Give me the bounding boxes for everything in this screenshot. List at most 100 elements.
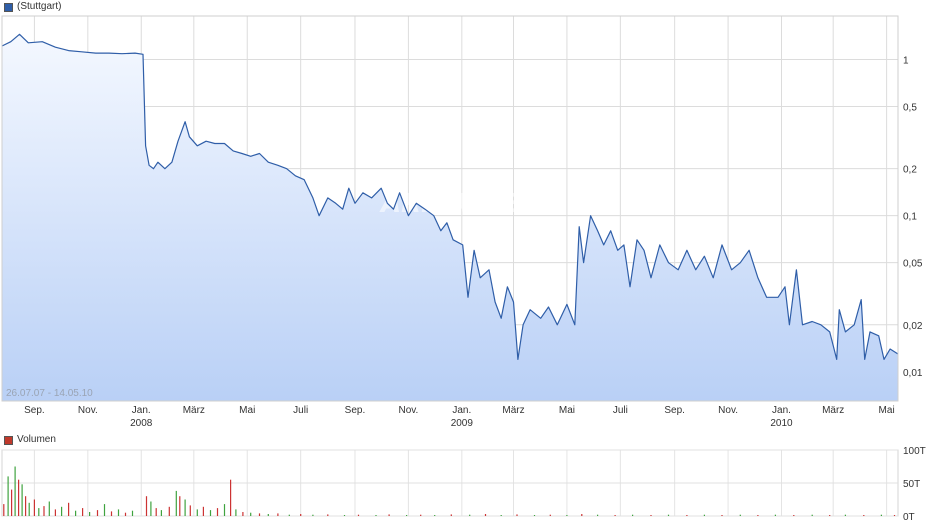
x-tick-label: Mai (559, 405, 575, 416)
price-volume-chart: Sep. Nov. Jan. 2008 März Mai Juli Sep. Nov. Jan. 2… (1, 15, 926, 523)
x-tick-label: Jan. (772, 405, 791, 416)
volume-bar (829, 515, 831, 516)
volume-bar (880, 514, 882, 516)
volume-bar (893, 515, 896, 516)
volume-y-tick-label: 100T (903, 446, 926, 457)
volume-bar (863, 515, 865, 516)
x-tick-label: März (502, 405, 524, 416)
x-tick-label: Sep. (24, 405, 45, 416)
x-tick-label: Mai (879, 405, 895, 416)
volume-bar (189, 505, 191, 516)
volume-bar (11, 489, 13, 516)
volume-bar (89, 512, 91, 516)
volume-bar (175, 490, 177, 516)
volume-bar (739, 514, 741, 516)
volume-bar (168, 506, 170, 516)
volume-bar (566, 515, 568, 516)
volume-bar (28, 502, 30, 516)
y-tick-label: 1 (903, 56, 909, 67)
volume-bar (300, 514, 302, 516)
x-tick-label: Mai (239, 405, 255, 416)
y-tick-label: 0,1 (903, 212, 917, 223)
volume-bar (61, 506, 63, 516)
volume-bar (3, 504, 5, 516)
x-tick-label: Sep. (664, 405, 685, 416)
volume-bar (117, 509, 120, 516)
volume-bar (500, 515, 502, 516)
volume-bar (14, 466, 16, 516)
y-tick-label: 0,5 (903, 103, 917, 114)
volume-bar (25, 496, 27, 516)
x-tick-label: Nov. (718, 405, 738, 416)
volume-bar (82, 508, 84, 516)
volume-bar (48, 501, 50, 516)
volume-bar (216, 508, 219, 516)
volume-bar (196, 509, 198, 516)
volume-bar (721, 515, 723, 516)
volume-bar (18, 479, 20, 516)
volume-bar (96, 510, 99, 516)
volume-bar (774, 514, 776, 516)
volume-bar (242, 512, 244, 516)
volume-bar (703, 514, 705, 516)
volume-bar (388, 514, 390, 516)
volume-bar (277, 513, 279, 516)
x-tick-label: März (822, 405, 844, 416)
volume-bar (184, 499, 186, 516)
volume-bar (375, 515, 377, 516)
volume-bar (484, 514, 487, 516)
volume-bar (844, 514, 846, 516)
volume-bar (160, 510, 162, 516)
volume-bar (258, 513, 261, 516)
volume-bar (686, 515, 688, 516)
volume-bar (793, 515, 795, 516)
volume-y-tick-label: 0T (903, 512, 915, 523)
volume-bar (150, 501, 152, 516)
volume-bar (516, 514, 518, 516)
volume-bar (288, 514, 290, 516)
x-tick-label: Juli (613, 405, 628, 416)
volume-bar (223, 504, 226, 516)
volume-bar (75, 510, 77, 516)
y-tick-label: 0,05 (903, 259, 923, 270)
volume-bar (597, 514, 599, 516)
x-tick-label: Nov. (78, 405, 98, 416)
date-range-label: 26.07.07 - 14.05.10 (6, 388, 93, 399)
volume-bar (235, 509, 237, 516)
volume-bar (312, 514, 314, 516)
volume-bar (450, 514, 452, 516)
volume-bar (327, 514, 329, 516)
volume-bar (68, 502, 70, 516)
volume-bar (267, 514, 269, 516)
volume-bar (131, 510, 134, 516)
volume-bar (110, 511, 113, 516)
volume-bar (581, 514, 583, 516)
volume-bar (667, 514, 670, 516)
volume-bar (33, 499, 35, 516)
x-tick-label: Jan. (452, 405, 471, 416)
volume-y-tick-label: 50T (903, 479, 920, 490)
x-tick-label: März (183, 405, 205, 416)
volume-bar (614, 515, 616, 516)
volume-bar (357, 514, 360, 516)
x-tick-label: Sep. (345, 405, 366, 416)
volume-bar (21, 484, 23, 516)
volume-bar (209, 510, 212, 516)
volume-bar (533, 515, 536, 516)
volume-bar (179, 496, 181, 516)
y-tick-label: 0,2 (903, 165, 917, 176)
volume-bar (549, 514, 551, 516)
volume-bar (7, 476, 9, 516)
volume-bar (54, 509, 56, 516)
x-tick-label: Nov. (398, 405, 418, 416)
volume-bar (650, 515, 652, 516)
x-year-label: 2009 (451, 418, 474, 429)
volume-bar (103, 504, 106, 516)
volume-bar (38, 508, 40, 516)
volume-bar (230, 479, 232, 516)
volume-bar (202, 506, 204, 516)
x-year-label: 2010 (770, 418, 793, 429)
volume-bar (155, 508, 157, 516)
x-tick-label: Jan. (132, 405, 151, 416)
y-tick-label: 0,02 (903, 321, 923, 332)
